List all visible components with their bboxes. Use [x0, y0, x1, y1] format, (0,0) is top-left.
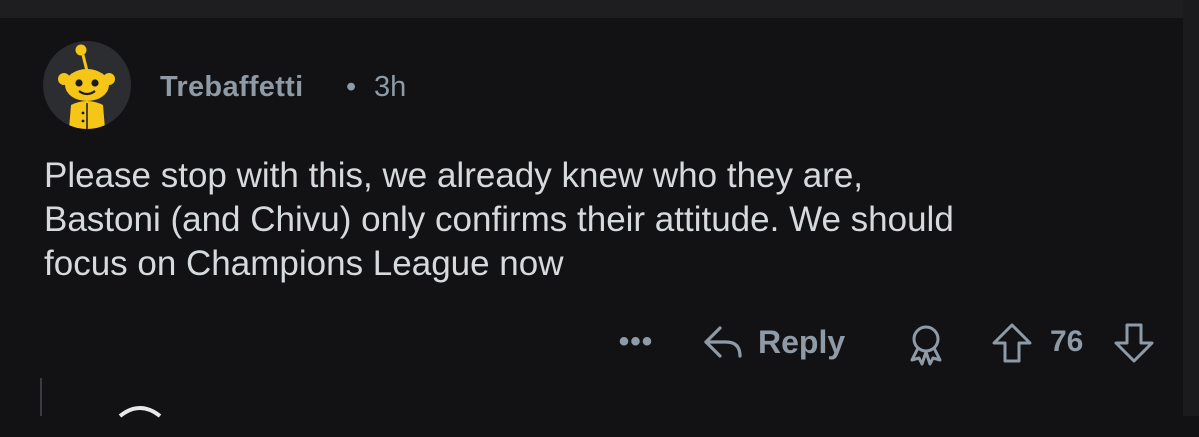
upvote-button[interactable] [990, 321, 1034, 365]
thread-line[interactable] [40, 378, 42, 416]
top-bar [0, 0, 1199, 18]
comment-line: Bastoni (and Chivu) only confirms their … [44, 200, 954, 239]
award-button[interactable] [904, 322, 948, 366]
comment-line: focus on Champions League now [44, 244, 564, 283]
award-icon [910, 325, 942, 366]
next-comment-avatar [100, 402, 180, 432]
comment-line: Please stop with this, we already knew w… [44, 156, 864, 195]
reply-button[interactable]: Reply [702, 320, 845, 364]
more-options-button[interactable]: ••• [616, 325, 656, 359]
snoo-avatar-icon [58, 44, 115, 129]
reply-label: Reply [758, 323, 846, 360]
reply-arrow-icon [704, 326, 742, 358]
avatar-peek-icon [118, 406, 162, 418]
comment-body: Please stop with this, we already knew w… [44, 154, 1164, 286]
upvote-arrow-icon [992, 323, 1032, 363]
downvote-arrow-icon [1114, 323, 1154, 363]
downvote-button[interactable] [1112, 321, 1156, 365]
vote-count: 76 [1050, 325, 1084, 358]
comment-timestamp: 3h [374, 71, 407, 103]
comment-author[interactable]: Trebaffetti [160, 70, 304, 104]
scrollbar-track[interactable] [1183, 0, 1199, 416]
meta-separator: • [346, 71, 357, 103]
user-avatar[interactable] [43, 41, 131, 129]
